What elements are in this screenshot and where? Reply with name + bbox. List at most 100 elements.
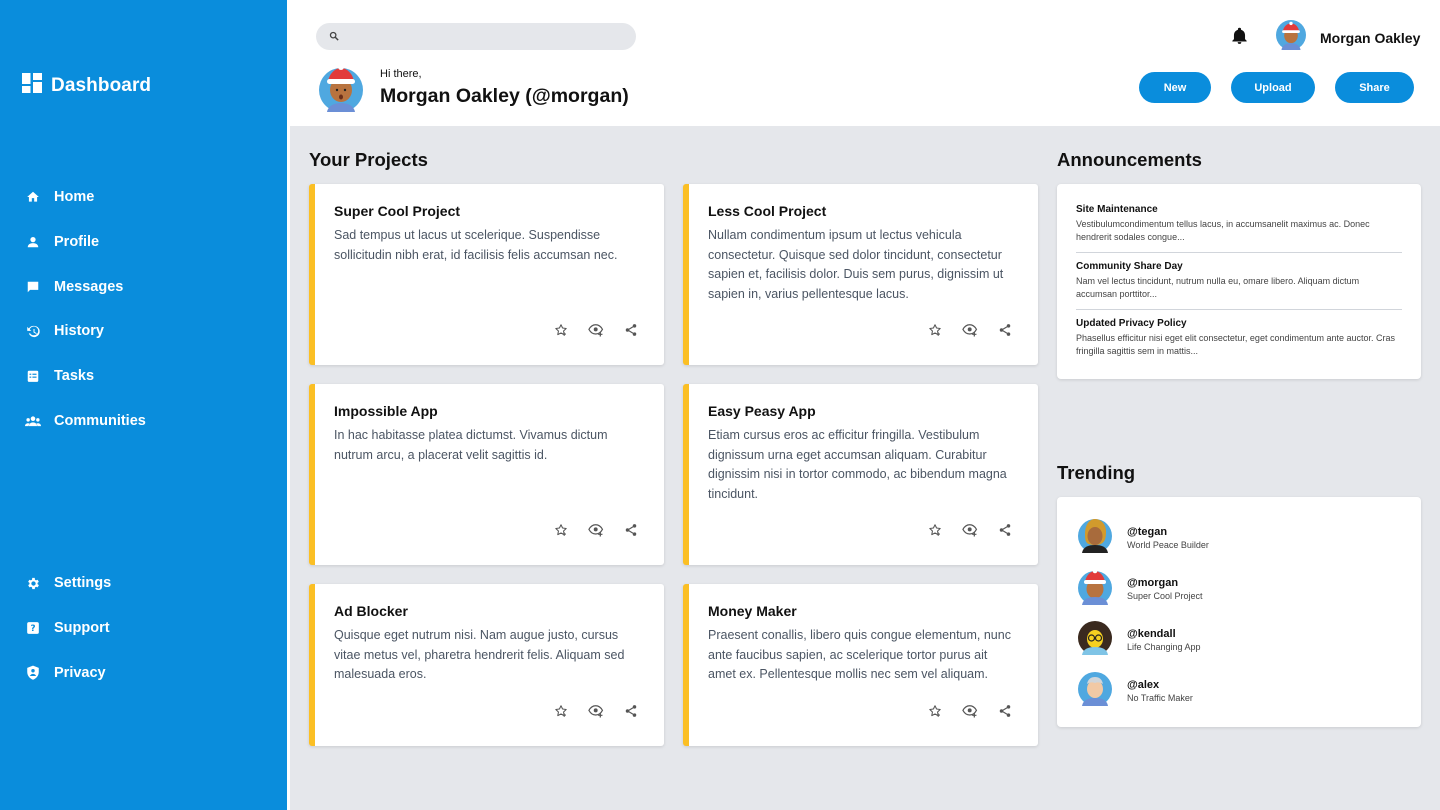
watch-eye-icon[interactable]: [588, 703, 604, 719]
project-title: Super Cool Project: [334, 203, 461, 219]
project-card[interactable]: Money Maker Praesent conallis, libero qui…: [683, 584, 1038, 746]
trending-item[interactable]: @morgan Super Cool Project: [1077, 563, 1401, 614]
announcement-text: Nam vel lectus tincidunt, nutrum nulla e…: [1076, 276, 1360, 299]
share-button[interactable]: Share: [1335, 72, 1414, 103]
main-nav: Home Profile Messages History Tasks Comm…: [25, 175, 146, 443]
greeting: Hi there, Morgan Oakley (@morgan): [380, 68, 629, 108]
share-icon[interactable]: [623, 522, 639, 538]
page-title: Morgan Oakley (@morgan): [380, 85, 629, 107]
project-actions: [927, 703, 1013, 719]
trending-title: Trending: [1057, 462, 1136, 483]
announcement-item[interactable]: Community Share Day Nam vel lectus tinci…: [1076, 261, 1402, 310]
star-outline-icon[interactable]: [553, 522, 569, 538]
nav-label: Communities: [54, 412, 146, 429]
watch-eye-icon[interactable]: [962, 522, 978, 538]
project-card[interactable]: Super Cool Project Sad tempus ut lacus ut…: [309, 184, 664, 365]
star-outline-icon[interactable]: [553, 703, 569, 719]
project-title: Less Cool Project: [708, 203, 827, 219]
nav-item-profile[interactable]: Profile: [25, 220, 146, 265]
trending-handle: @kendall: [1127, 627, 1176, 640]
help-icon: ?: [25, 620, 41, 636]
announcement-item[interactable]: Updated Privacy Policy Phasellus efficit…: [1076, 318, 1402, 366]
notification-bell-icon[interactable]: [1230, 26, 1249, 51]
watch-eye-icon[interactable]: [588, 322, 604, 338]
nav-item-tasks[interactable]: Tasks: [25, 354, 146, 399]
trending-subtitle: Life Changing App: [1127, 641, 1201, 652]
announcements-title: Announcements: [1057, 149, 1202, 170]
nav-item-communities[interactable]: Communities: [25, 398, 146, 443]
watch-eye-icon[interactable]: [588, 522, 604, 538]
search-bar[interactable]: [316, 23, 636, 50]
watch-eye-icon[interactable]: [962, 703, 978, 719]
project-card[interactable]: Ad Blocker Quisque eget nutrum nisi. Nam …: [309, 584, 664, 746]
project-description: Sad tempus ut lacus ut scelerique. Suspe…: [334, 228, 618, 262]
project-description: In hac habitasse platea dictumst. Vivamu…: [334, 428, 608, 462]
trending-item[interactable]: @tegan World Peace Builder: [1077, 512, 1401, 563]
upload-button[interactable]: Upload: [1231, 72, 1315, 103]
new-button[interactable]: New: [1139, 72, 1211, 103]
brand[interactable]: Dashboard: [22, 73, 151, 98]
home-icon: [25, 189, 41, 205]
announcement-text: Phasellus efficitur nisi eget elit conse…: [1076, 333, 1396, 356]
avatar: [1276, 20, 1306, 55]
trending-subtitle: No Traffic Maker: [1127, 692, 1193, 703]
nav-item-messages[interactable]: Messages: [25, 264, 146, 309]
project-card[interactable]: Less Cool Project Nullam condimentum ipsu…: [683, 184, 1038, 365]
announcement-title: Updated Privacy Policy: [1076, 318, 1187, 329]
avatar: [1077, 669, 1113, 712]
gear-icon: [25, 575, 41, 591]
share-icon[interactable]: [997, 522, 1013, 538]
project-title: Ad Blocker: [334, 603, 408, 619]
search-icon: [329, 28, 339, 46]
watch-eye-icon[interactable]: [962, 322, 978, 338]
project-actions: [553, 522, 639, 538]
nav-item-history[interactable]: History: [25, 309, 146, 354]
project-title: Easy Peasy App: [708, 403, 816, 419]
clipboard-icon: [25, 368, 41, 384]
header: Morgan Oakley Hi there, Morgan Oakley (@…: [287, 0, 1440, 126]
divider: [287, 126, 290, 810]
project-actions: [927, 322, 1013, 338]
star-outline-icon[interactable]: [927, 703, 943, 719]
star-outline-icon[interactable]: [927, 522, 943, 538]
user-menu[interactable]: Morgan Oakley: [1276, 20, 1420, 55]
project-card[interactable]: Easy Peasy App Etiam cursus eros ac effic…: [683, 384, 1038, 565]
nav-item-home[interactable]: Home: [25, 175, 146, 220]
avatar: [1077, 516, 1113, 559]
announcement-item[interactable]: Site Maintenance Vestibulumcondimentum t…: [1076, 204, 1402, 253]
trending-handle: @alex: [1127, 678, 1160, 691]
person-icon: [25, 234, 41, 250]
history-icon: [25, 323, 41, 339]
project-card[interactable]: Impossible App In hac habitasse platea di…: [309, 384, 664, 565]
project-description: Quisque eget nutrum nisi. Nam augue just…: [334, 628, 625, 681]
trending-item[interactable]: @alex No Traffic Maker: [1077, 665, 1401, 716]
nav-label: Privacy: [54, 664, 106, 681]
share-icon[interactable]: [997, 703, 1013, 719]
sidebar: Dashboard Home Profile Messages History …: [0, 0, 287, 810]
svg-text:?: ?: [30, 624, 35, 634]
project-title: Money Maker: [708, 603, 797, 619]
announcement-text: Vestibulumcondimentum tellus lacus, in a…: [1076, 219, 1370, 242]
nav-item-settings[interactable]: Settings: [25, 561, 111, 606]
star-outline-icon[interactable]: [927, 322, 943, 338]
announcement-title: Community Share Day: [1076, 261, 1183, 272]
projects-title: Your Projects: [309, 149, 428, 170]
share-icon[interactable]: [623, 322, 639, 338]
share-icon[interactable]: [623, 703, 639, 719]
greeting-text: Hi there,: [380, 68, 422, 80]
nav-label: Settings: [54, 575, 112, 592]
star-outline-icon[interactable]: [553, 322, 569, 338]
dashboard-icon: [22, 73, 42, 98]
project-description: Etiam cursus eros ac efficitur fringilla…: [708, 428, 1007, 501]
announcements-panel: Site Maintenance Vestibulumcondimentum t…: [1057, 184, 1421, 379]
nav-item-support[interactable]: ? Support: [25, 606, 111, 651]
trending-subtitle: World Peace Builder: [1127, 539, 1209, 550]
trending-item[interactable]: @kendall Life Changing App: [1077, 614, 1401, 665]
share-icon[interactable]: [997, 322, 1013, 338]
message-icon: [25, 279, 41, 295]
search-input[interactable]: [345, 29, 615, 44]
nav-item-privacy[interactable]: Privacy: [25, 650, 111, 695]
avatar: [1077, 618, 1113, 661]
announcement-title: Site Maintenance: [1076, 204, 1158, 215]
project-description: Praesent conallis, libero quis congue el…: [708, 628, 1011, 681]
